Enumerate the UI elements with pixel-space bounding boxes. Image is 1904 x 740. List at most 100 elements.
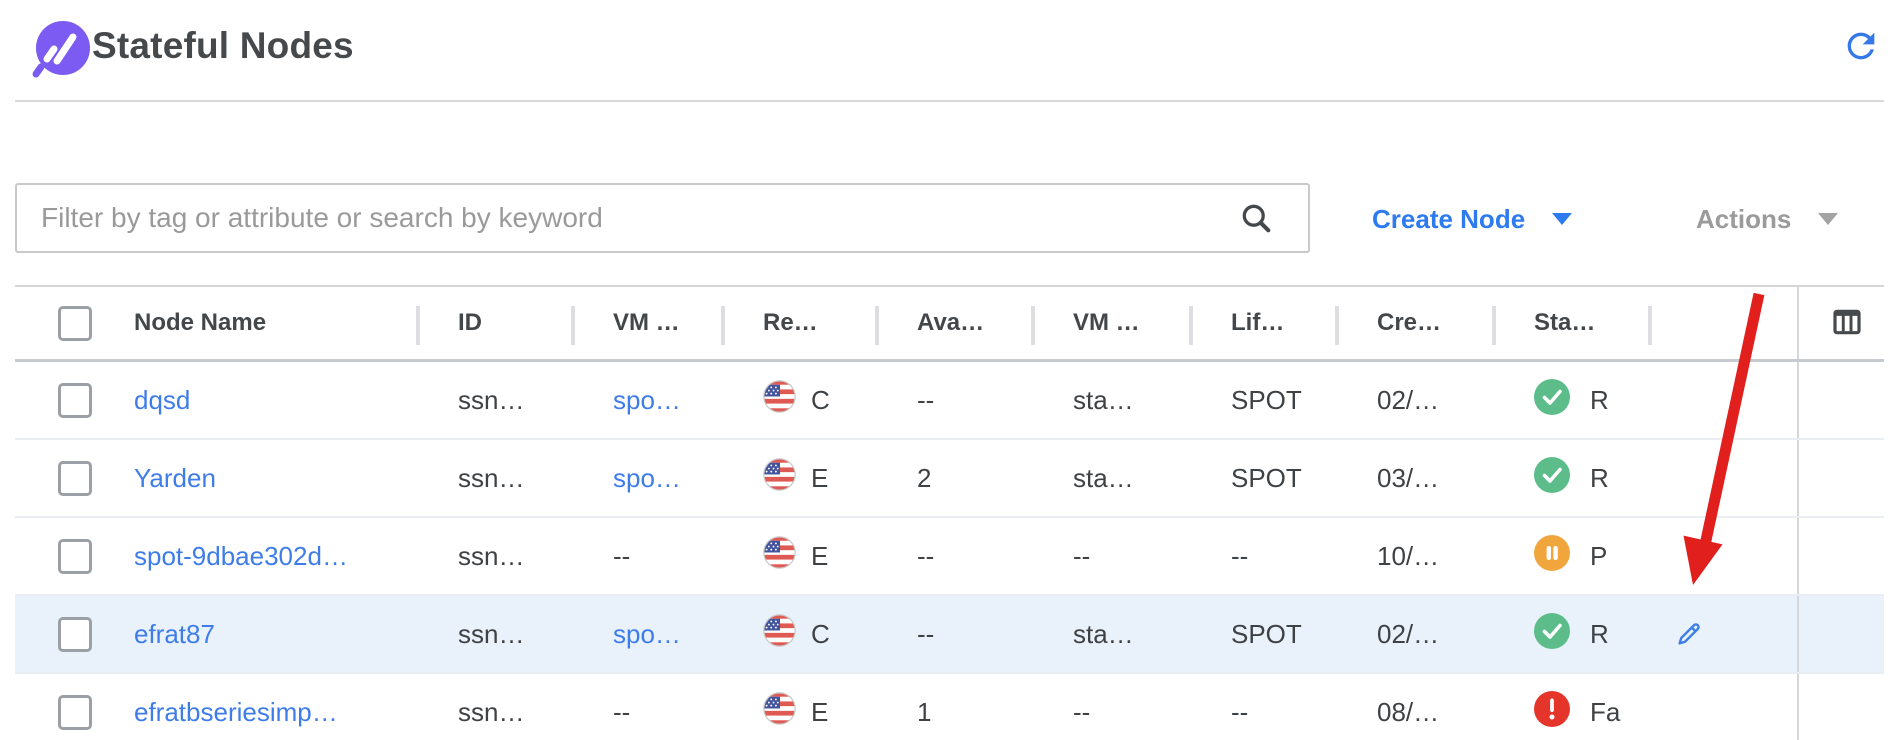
node-id: ssn… (458, 619, 524, 650)
created-date: 08/… (1377, 697, 1439, 728)
lifecycle-value: SPOT (1231, 385, 1302, 416)
created-date: 02/… (1377, 385, 1439, 416)
status-label: R (1590, 385, 1609, 416)
header-status[interactable]: Sta… (1492, 287, 1648, 359)
header-checkbox-cell (15, 287, 120, 359)
status-label: P (1590, 541, 1607, 572)
status-label: R (1590, 463, 1609, 494)
status-running-icon (1534, 457, 1570, 500)
vm-link[interactable]: spo… (613, 463, 681, 494)
table-row: Yarden ssn… spo… (15, 440, 1884, 518)
chevron-down-icon (1818, 213, 1838, 225)
node-id: ssn… (458, 697, 524, 728)
header-region[interactable]: Re… (721, 287, 875, 359)
chevron-down-icon (1552, 213, 1572, 225)
refresh-icon[interactable] (1840, 26, 1882, 68)
create-node-label: Create Node (1372, 204, 1525, 235)
region-code: C (811, 619, 830, 650)
header-created[interactable]: Cre… (1335, 287, 1492, 359)
row-checkbox[interactable] (58, 617, 92, 652)
availability-value: -- (917, 541, 934, 572)
lifecycle-value: SPOT (1231, 619, 1302, 650)
select-all-checkbox[interactable] (58, 306, 92, 341)
us-flag-icon (763, 458, 796, 498)
header-divider (15, 100, 1884, 102)
availability-value: -- (917, 385, 934, 416)
edit-node-button[interactable] (1674, 619, 1704, 649)
lifecycle-value: SPOT (1231, 463, 1302, 494)
table-row: efratbseriesimp… ssn… -- (15, 674, 1884, 740)
table-body: dqsd ssn… spo… (15, 362, 1884, 740)
vm-config-value: sta… (1073, 463, 1134, 494)
region-code: E (811, 541, 828, 572)
stateful-nodes-page: Stateful Nodes Create Node Actions Node … (0, 0, 1904, 740)
create-node-button[interactable]: Create Node (1372, 199, 1572, 239)
picker-spacer-cell (1797, 518, 1884, 594)
page-title: Stateful Nodes (92, 25, 354, 67)
header-node-name[interactable]: Node Name (120, 287, 416, 359)
header-vm-1[interactable]: VM … (571, 287, 721, 359)
vm-link[interactable]: spo… (613, 385, 681, 416)
actions-label: Actions (1696, 204, 1791, 235)
lifecycle-value: -- (1231, 541, 1248, 572)
picker-spacer-cell (1797, 596, 1884, 672)
availability-value: 2 (917, 463, 931, 494)
availability-value: -- (917, 619, 934, 650)
node-name-link[interactable]: dqsd (134, 385, 190, 416)
us-flag-icon (763, 692, 796, 732)
filter-input[interactable] (15, 183, 1310, 253)
spot-logo-icon (30, 20, 92, 85)
search-icon[interactable] (1238, 200, 1274, 241)
table-header-row: Node Name ID VM … Re… Ava… VM … Lif… Cre… (15, 285, 1884, 362)
filter-bar (15, 183, 1310, 253)
node-name-link[interactable]: efratbseriesimp… (134, 697, 338, 728)
created-date: 10/… (1377, 541, 1439, 572)
header-lifecycle[interactable]: Lif… (1189, 287, 1335, 359)
picker-spacer-cell (1797, 674, 1884, 740)
picker-spacer-cell (1797, 362, 1884, 438)
availability-value: 1 (917, 697, 931, 728)
row-checkbox[interactable] (58, 539, 92, 574)
region-code: E (811, 463, 828, 494)
row-checkbox[interactable] (58, 695, 92, 730)
vm-config-value: sta… (1073, 619, 1134, 650)
header-id[interactable]: ID (416, 287, 571, 359)
vm-config-value: sta… (1073, 385, 1134, 416)
status-failed-icon (1534, 691, 1570, 734)
region-code: C (811, 385, 830, 416)
created-date: 02/… (1377, 619, 1439, 650)
status-running-icon (1534, 613, 1570, 656)
status-running-icon (1534, 379, 1570, 422)
node-id: ssn… (458, 463, 524, 494)
row-checkbox[interactable] (58, 383, 92, 418)
table-row: dqsd ssn… spo… (15, 362, 1884, 440)
lifecycle-value: -- (1231, 697, 1248, 728)
header-column-picker-cell (1797, 287, 1884, 359)
header-actions-cell (1648, 287, 1797, 359)
node-name-link[interactable]: Yarden (134, 463, 216, 494)
actions-button[interactable]: Actions (1696, 199, 1838, 239)
created-date: 03/… (1377, 463, 1439, 494)
node-id: ssn… (458, 385, 524, 416)
header-vm-2[interactable]: VM … (1031, 287, 1189, 359)
status-label: R (1590, 619, 1609, 650)
stateful-nodes-table: Node Name ID VM … Re… Ava… VM … Lif… Cre… (15, 285, 1884, 740)
status-label: Fa (1590, 697, 1620, 728)
status-paused-icon (1534, 535, 1570, 578)
us-flag-icon (763, 380, 796, 420)
vm-config-value: -- (1073, 697, 1090, 728)
vm-link[interactable]: spo… (613, 619, 681, 650)
header-availability[interactable]: Ava… (875, 287, 1031, 359)
column-picker-icon[interactable] (1831, 306, 1863, 341)
us-flag-icon (763, 614, 796, 654)
vm-link: -- (613, 697, 630, 728)
node-name-link[interactable]: efrat87 (134, 619, 215, 650)
picker-spacer-cell (1797, 440, 1884, 516)
vm-link: -- (613, 541, 630, 572)
row-checkbox[interactable] (58, 461, 92, 496)
node-id: ssn… (458, 541, 524, 572)
table-row: efrat87 ssn… spo… (15, 596, 1884, 674)
table-row: spot-9dbae302d… ssn… -- (15, 518, 1884, 596)
node-name-link[interactable]: spot-9dbae302d… (134, 541, 348, 572)
vm-config-value: -- (1073, 541, 1090, 572)
